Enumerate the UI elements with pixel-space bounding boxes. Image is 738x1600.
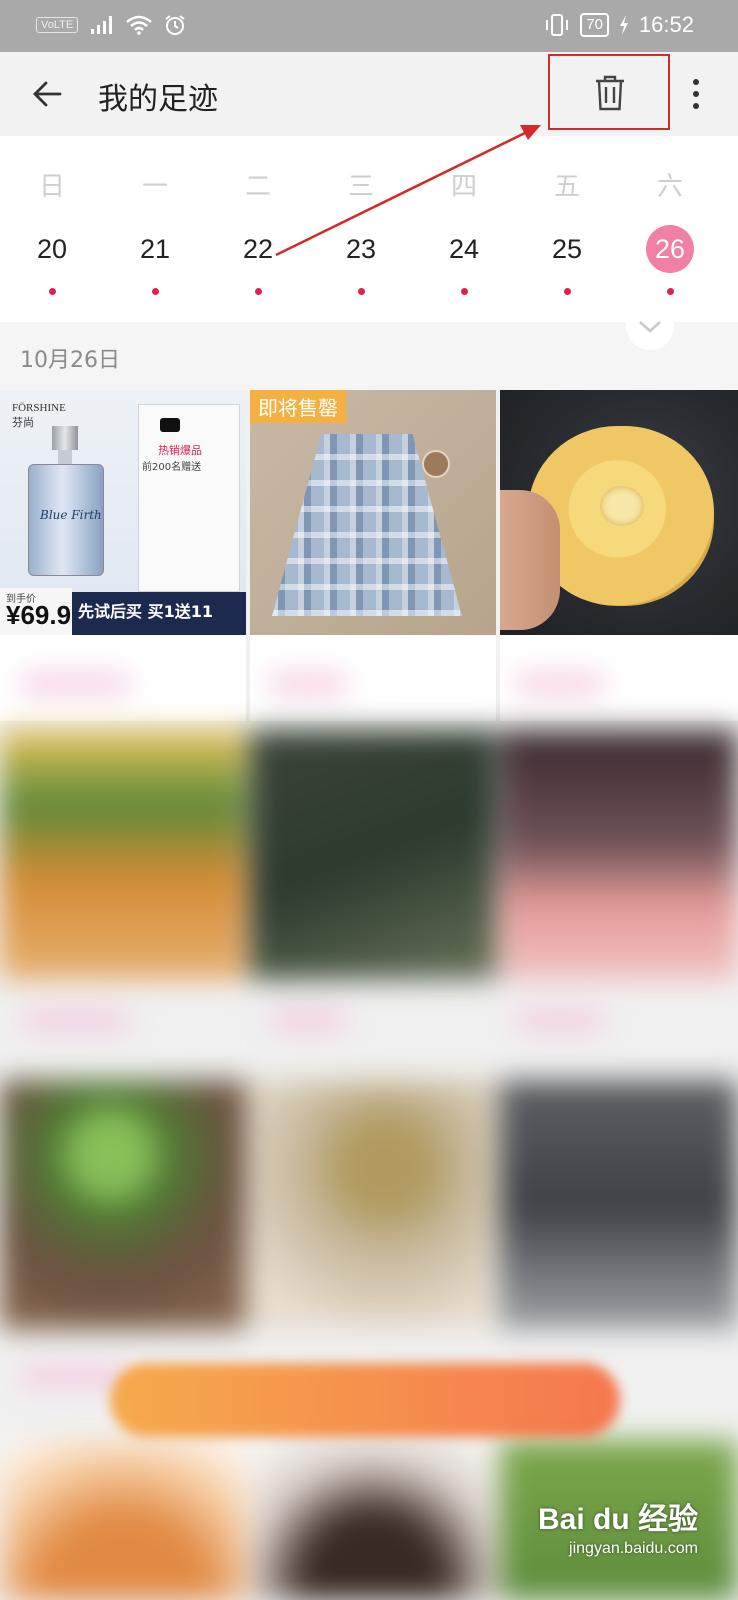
- back-arrow-icon[interactable]: [30, 76, 66, 112]
- collapse-calendar-button[interactable]: [626, 302, 674, 350]
- page-title: 我的足迹: [98, 82, 218, 117]
- selected-day-number: 26: [646, 225, 694, 273]
- day-activity-dot: [630, 280, 710, 295]
- fruit-cut: [600, 486, 644, 526]
- blurred-floating-button: [110, 1363, 620, 1437]
- date-section-header: 10月26日: [0, 302, 738, 390]
- day-activity-dot: [321, 280, 401, 295]
- hand-image: [500, 490, 560, 630]
- wifi-icon: [126, 15, 153, 35]
- blurred-product-image: [0, 1080, 246, 1330]
- blurred-product-image: [500, 1080, 738, 1330]
- blurred-product-image: [250, 1440, 496, 1600]
- blurred-product-image: [0, 1440, 246, 1600]
- product-card-skirt[interactable]: 即将售罄: [250, 390, 496, 721]
- day-26-selected[interactable]: 26: [630, 225, 710, 273]
- day-25[interactable]: 25: [527, 228, 607, 270]
- hot-label: 热销爆品: [158, 444, 202, 457]
- product-image: 即将售罄: [250, 390, 496, 635]
- day-22[interactable]: 22: [218, 228, 298, 270]
- vibrate-icon: [546, 14, 569, 36]
- promo-text: 先试后买 买1送11: [78, 602, 213, 621]
- blurred-product-image: [500, 730, 738, 980]
- day-24[interactable]: 24: [424, 228, 504, 270]
- product-image: FÖRSHINE 芬尚 Blue Firth 热销爆品 前200名赠送 到手价 ¥…: [0, 390, 246, 635]
- blurred-product-image: [0, 730, 246, 980]
- app-bar: 我的足迹: [0, 52, 738, 136]
- product-image: [500, 390, 738, 635]
- product-card-perfume[interactable]: FÖRSHINE 芬尚 Blue Firth 热销爆品 前200名赠送 到手价 ¥…: [0, 390, 246, 721]
- weekday-sun: 日: [38, 172, 65, 202]
- more-vertical-icon[interactable]: [688, 76, 704, 112]
- status-bar: VoLTE 70 16:52: [0, 0, 738, 52]
- week-calendar: 日 一 二 三 四 五 六 20 21 22 23 24 25 26: [0, 136, 738, 322]
- bottle-label: Blue Firth: [40, 508, 102, 522]
- day-20[interactable]: 20: [12, 228, 92, 270]
- signal-icon: [91, 16, 113, 34]
- charging-icon: [619, 15, 628, 35]
- volte-badge: VoLTE: [36, 17, 79, 33]
- day-activity-dot: [527, 280, 607, 295]
- weekday-tue: 二: [244, 172, 271, 202]
- weekday-wed: 三: [347, 172, 374, 202]
- day-activity-dot: [424, 280, 504, 295]
- weekday-thu: 四: [450, 172, 477, 202]
- product-card-fruit[interactable]: [500, 390, 738, 721]
- trash-highlight-box: [548, 54, 670, 130]
- tmall-cat-icon: [160, 418, 180, 432]
- baidu-watermark: Bai du 经验 jingyan.baidu.com: [538, 1494, 698, 1558]
- day-activity-dot: [12, 280, 92, 295]
- blurred-product-image: [250, 730, 496, 980]
- day-activity-dot: [115, 280, 195, 295]
- weekday-mon: 一: [141, 172, 168, 202]
- blurred-product-image: [250, 1080, 496, 1330]
- watermark-url: jingyan.baidu.com: [569, 1540, 698, 1557]
- chevron-down-icon: [639, 321, 661, 333]
- trash-icon[interactable]: [594, 74, 626, 112]
- price-value: ¥69.9: [6, 600, 72, 630]
- hang-tag: [422, 450, 450, 478]
- watermark-logo: Bai du 经验: [537, 1503, 698, 1536]
- gift-note: 前200名赠送: [142, 462, 202, 473]
- battery-icon: 70: [580, 13, 609, 37]
- day-23[interactable]: 23: [321, 228, 401, 270]
- bottle-cap: [52, 426, 78, 450]
- weekday-fri: 五: [553, 172, 580, 202]
- day-21[interactable]: 21: [115, 228, 195, 270]
- section-date-label: 10月26日: [20, 348, 120, 373]
- day-activity-dot: [218, 280, 298, 295]
- weekday-sat: 六: [656, 172, 683, 202]
- alarm-icon: [165, 15, 185, 35]
- bottle-neck: [58, 450, 72, 464]
- clock-time: 16:52: [638, 12, 694, 37]
- gift-box-panel: [138, 404, 240, 592]
- sold-out-soon-badge: 即将售罄: [250, 390, 346, 423]
